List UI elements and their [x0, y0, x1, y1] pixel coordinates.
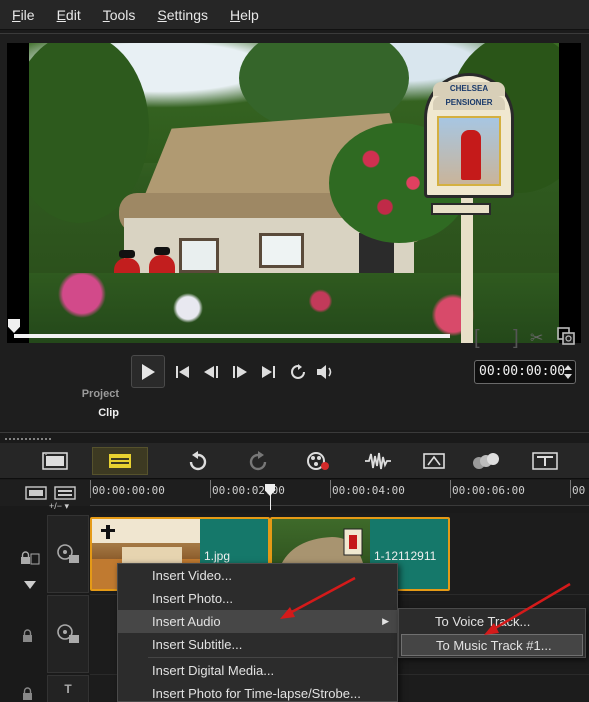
menu-insert-video[interactable]: Insert Video... — [118, 564, 397, 587]
skip-end-icon — [262, 366, 275, 378]
record-capture-button[interactable] — [290, 447, 346, 475]
title-track-header[interactable]: T — [47, 675, 89, 702]
pub-sign: CHELSEA PENSIONER — [424, 73, 514, 198]
title-track-lock-icon[interactable] — [22, 687, 36, 701]
add-track-icon[interactable] — [54, 486, 76, 500]
menu-bar: File Edit Tools Settings Help — [0, 0, 589, 30]
undo-icon — [189, 451, 207, 471]
preview-window: CHELSEA PENSIONER — [7, 43, 581, 343]
circles-icon — [473, 453, 499, 469]
split-clip-icon[interactable]: ✂ — [530, 328, 543, 348]
menu-insert-audio-label: Insert Audio — [152, 614, 221, 629]
timecode-display[interactable]: 00:00:00:00 — [474, 360, 576, 384]
speaker-icon — [317, 365, 332, 379]
menu-file[interactable]: File — [12, 7, 35, 23]
menu-insert-digital-media[interactable]: Insert Digital Media... — [118, 659, 397, 682]
track-controls[interactable]: +/− ▾ — [49, 501, 69, 512]
timeline-ruler[interactable]: 00:00:00:00 00:00:02:00 00:00:04:00 00:0… — [90, 480, 589, 510]
record-capture-icon — [307, 452, 329, 470]
track-manager-icon[interactable] — [25, 486, 47, 500]
clip-filename: 1.jpg — [204, 549, 231, 563]
preview-image: CHELSEA PENSIONER — [29, 43, 559, 343]
track-visibility-icon[interactable] — [22, 629, 36, 643]
menu-insert-photo[interactable]: Insert Photo... — [118, 587, 397, 610]
project-mode-label[interactable]: Project — [82, 388, 119, 400]
timeline-grip[interactable] — [4, 437, 52, 442]
filmstrip-icon — [42, 452, 68, 470]
audio-waveform-icon — [365, 452, 391, 470]
menu-separator — [148, 657, 393, 658]
next-frame-button[interactable] — [229, 361, 251, 383]
auto-music-icon — [423, 453, 445, 469]
volume-button[interactable] — [315, 361, 337, 383]
overlay-track-header[interactable] — [47, 595, 89, 673]
ruler-label: 00:00:06:00 — [452, 484, 525, 497]
play-icon — [142, 363, 155, 380]
menu-to-music-track-1[interactable]: To Music Track #1... — [401, 634, 583, 656]
next-frame-icon — [233, 366, 247, 378]
timeline-ruler-row: +/− ▾ 00:00:00:00 00:00:02:00 00:00:04:0… — [0, 480, 589, 511]
auto-music-button[interactable] — [406, 447, 462, 475]
mark-in-out-buttons[interactable]: [ ] — [474, 327, 533, 350]
go-to-start-button[interactable] — [172, 361, 194, 383]
timeline-toolbar — [0, 443, 589, 479]
title-track-icon: T — [64, 682, 72, 696]
timecode-value: 00:00:00:00 — [479, 364, 566, 379]
expand-track-icon[interactable] — [24, 581, 36, 589]
menu-tools[interactable]: Tools — [103, 7, 136, 23]
multi-trim-button[interactable] — [458, 447, 514, 475]
title-icon — [532, 452, 558, 470]
previous-frame-icon — [204, 366, 218, 378]
menu-edit[interactable]: Edit — [57, 7, 81, 23]
clip-filename: 1-12112911 — [374, 549, 437, 563]
ruler-label: 00:00:04:00 — [332, 484, 405, 497]
undo-button[interactable] — [170, 447, 226, 475]
track-lock-icon[interactable] — [20, 551, 40, 565]
previous-frame-button[interactable] — [201, 361, 223, 383]
video-track-header[interactable] — [47, 515, 89, 593]
insert-audio-submenu: To Voice Track... To Music Track #1... — [398, 608, 586, 658]
submenu-arrow-icon: ▶ — [382, 616, 389, 626]
redo-icon — [249, 451, 267, 471]
menu-help[interactable]: Help — [230, 7, 259, 23]
storyboard-view-button[interactable] — [27, 447, 83, 475]
menu-insert-photo-time-lapse[interactable]: Insert Photo for Time-lapse/Strobe... — [118, 682, 397, 702]
redo-button[interactable] — [230, 447, 286, 475]
skip-start-icon — [176, 366, 189, 378]
sound-mixer-button[interactable] — [350, 447, 406, 475]
menu-insert-subtitle[interactable]: Insert Subtitle... — [118, 633, 397, 656]
timecode-stepper-icon[interactable] — [564, 364, 572, 380]
play-button[interactable] — [131, 355, 165, 388]
timeline-view-button[interactable] — [92, 447, 148, 475]
timeline-context-menu: Insert Video... Insert Photo... Insert A… — [117, 563, 398, 702]
timeline-view-icon — [109, 454, 131, 468]
go-to-end-button[interactable] — [258, 361, 280, 383]
overlay-track-icon — [57, 624, 79, 643]
preview-scrubber[interactable] — [14, 334, 450, 338]
title-button[interactable] — [517, 447, 573, 475]
copy-frame-icon[interactable] — [557, 327, 575, 345]
menu-settings[interactable]: Settings — [157, 7, 208, 23]
video-track-icon — [57, 544, 79, 563]
ruler-label: 00 — [572, 484, 586, 497]
menu-to-voice-track[interactable]: To Voice Track... — [401, 611, 583, 633]
menu-insert-audio[interactable]: Insert Audio ▶ — [118, 610, 397, 633]
ruler-label: 00:00:00:00 — [92, 484, 165, 497]
repeat-button[interactable] — [287, 361, 309, 383]
repeat-icon — [291, 364, 305, 379]
clip-mode-label[interactable]: Clip — [98, 407, 119, 419]
